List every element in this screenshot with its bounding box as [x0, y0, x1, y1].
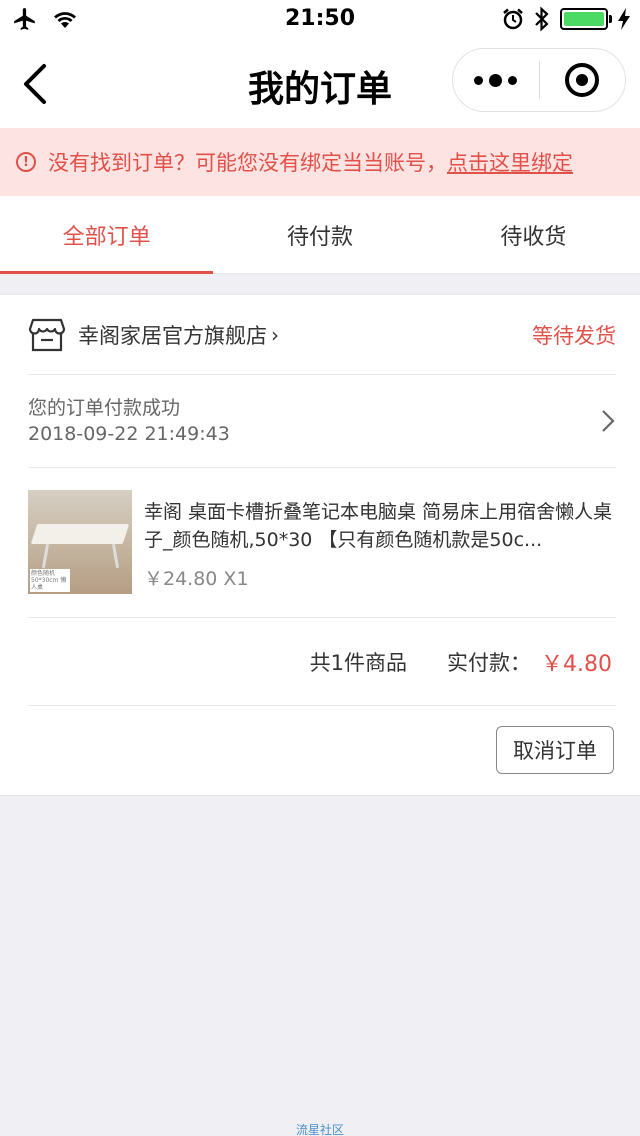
- close-miniprogram-button[interactable]: [540, 49, 626, 111]
- tab-pending-payment[interactable]: 待付款: [213, 196, 426, 273]
- order-total-row: 共1件商品 实付款： ￥4.80: [28, 618, 616, 706]
- order-actions: 取消订单: [28, 706, 616, 796]
- more-dot-icon: [474, 75, 484, 85]
- cancel-order-button[interactable]: 取消订单: [496, 726, 614, 774]
- paid-label: 实付款：: [447, 650, 531, 675]
- status-bar: 21:50: [0, 0, 640, 40]
- nav-bar: 我的订单: [0, 40, 640, 128]
- battery-level: [564, 12, 604, 26]
- product-image: 颜色随机 50*30cm 懒人桌: [28, 490, 132, 594]
- bind-account-alert: ! 没有找到订单？可能您没有绑定当当账号， 点击这里绑定: [0, 128, 640, 196]
- target-icon: [565, 63, 600, 97]
- more-dot-icon: [489, 73, 503, 87]
- battery-icon: [560, 8, 612, 30]
- more-button[interactable]: [453, 49, 539, 111]
- alert-message: 没有找到订单？可能您没有绑定当当账号，: [48, 151, 447, 175]
- payment-status-row[interactable]: 您的订单付款成功 2018-09-22 21:49:43: [28, 375, 616, 468]
- order-card: 幸阁家居官方旗舰店 › 等待发货 您的订单付款成功 2018-09-22 21:…: [0, 294, 640, 796]
- tab-pending-receipt[interactable]: 待收货: [427, 196, 640, 273]
- status-bar-right: [502, 6, 630, 32]
- warning-icon: !: [16, 152, 36, 172]
- payment-message: 您的订单付款成功: [28, 397, 181, 419]
- watermark: 流星社区: [295, 1123, 344, 1136]
- bind-account-link[interactable]: 点击这里绑定: [447, 147, 573, 177]
- target-core: [576, 74, 589, 86]
- tab-all-orders[interactable]: 全部订单: [0, 196, 214, 274]
- product-price-qty: ￥24.80 X1: [144, 568, 249, 590]
- product-image-table: [30, 524, 130, 544]
- charging-icon: [618, 8, 630, 30]
- item-count: 共1件商品: [309, 650, 407, 675]
- chevron-right-icon: ›: [271, 322, 279, 347]
- product-image-leg: [111, 543, 120, 569]
- product-title: 幸阁 桌面卡槽折叠笔记本电脑桌 简易床上用宿舍懒人桌子_颜色随机,50*30 【…: [144, 501, 613, 551]
- order-status: 等待发货: [532, 323, 616, 348]
- paid-amount: ￥4.80: [541, 651, 612, 677]
- product-image-caption: 颜色随机 50*30cm 懒人桌: [30, 569, 70, 592]
- chevron-right-icon: [602, 410, 615, 432]
- mini-program-capsule: [452, 48, 626, 112]
- order-item[interactable]: 颜色随机 50*30cm 懒人桌 幸阁 桌面卡槽折叠笔记本电脑桌 简易床上用宿舍…: [28, 468, 616, 618]
- alarm-icon: [503, 8, 523, 30]
- shop-name: 幸阁家居官方旗舰店: [78, 323, 267, 348]
- more-dot-icon: [508, 75, 518, 85]
- bluetooth-icon: [535, 6, 549, 32]
- store-icon: [28, 318, 66, 351]
- product-image-leg: [41, 543, 50, 569]
- payment-time: 2018-09-22 21:49:43: [28, 423, 230, 445]
- order-tabs: 全部订单 待付款 待收货: [0, 196, 640, 274]
- shop-header[interactable]: 幸阁家居官方旗舰店 › 等待发货: [28, 295, 616, 375]
